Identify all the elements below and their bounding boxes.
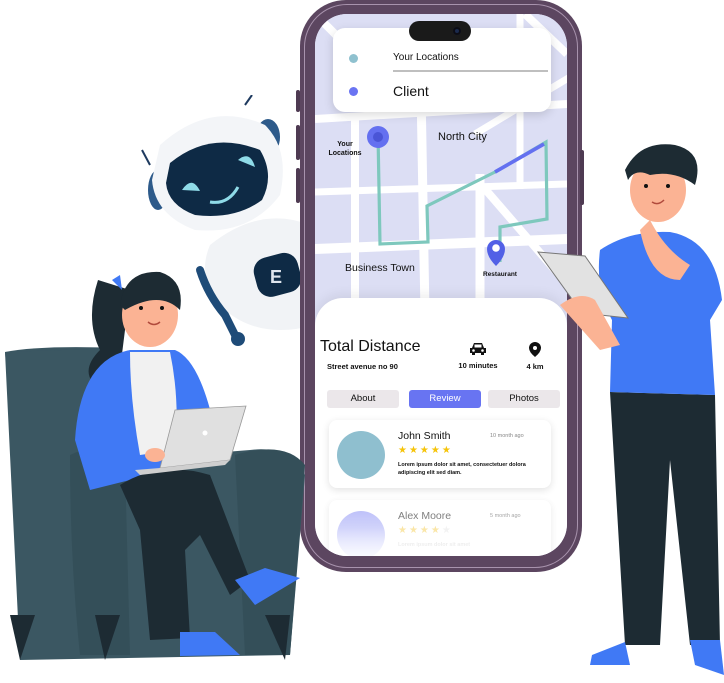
map-label-restaurant: Restaurant [483,271,517,278]
trip-title: Total Distance [320,338,421,355]
review-text: Lorem ipsum dolor sit amet [398,542,471,548]
your-locations-dot-icon [349,54,358,63]
review-text: Lorem ipsum dolor sit amet, consectetuer… [398,462,526,476]
review-time: 5 month ago [490,513,521,519]
your-locations-label[interactable]: Your Locations [393,52,459,63]
map-label-north-city: North City [438,131,487,143]
reviewer-name: Alex Moore [398,510,452,522]
phone-button [296,90,300,112]
review-card[interactable]: Alex Moore 5 month ago ★★★★★ Lorem ipsum… [329,500,551,556]
star-rating: ★★★★★ [398,445,453,456]
client-label[interactable]: Client [393,83,429,99]
your-location-pin-icon[interactable] [367,126,389,148]
woman-on-armchair-illustration [5,271,305,660]
map-label-business-town: Business Town [345,262,415,274]
avatar [337,511,385,556]
tab-about[interactable]: About [327,390,399,408]
car-icon [470,343,486,355]
map-label-your-locations: Your Locations [328,141,362,157]
star-rating: ★★★★★ [398,525,453,536]
duration-metric: 10 minutes [453,342,503,370]
camera-icon [453,27,461,35]
dynamic-island [409,21,471,41]
tab-review[interactable]: Review [409,390,481,408]
duration-value: 10 minutes [458,361,498,370]
avatar [337,431,385,479]
phone-button [296,125,300,160]
man-with-tablet-illustration [536,144,724,675]
review-time: 10 month ago [490,433,524,439]
client-dot-icon [349,87,358,96]
review-card[interactable]: John Smith 10 month ago ★★★★★ Lorem ipsu… [329,420,551,488]
divider [393,70,548,72]
trip-address: Street avenue no 90 [327,362,398,371]
phone-button [296,168,300,203]
reviewer-name: John Smith [398,430,451,442]
